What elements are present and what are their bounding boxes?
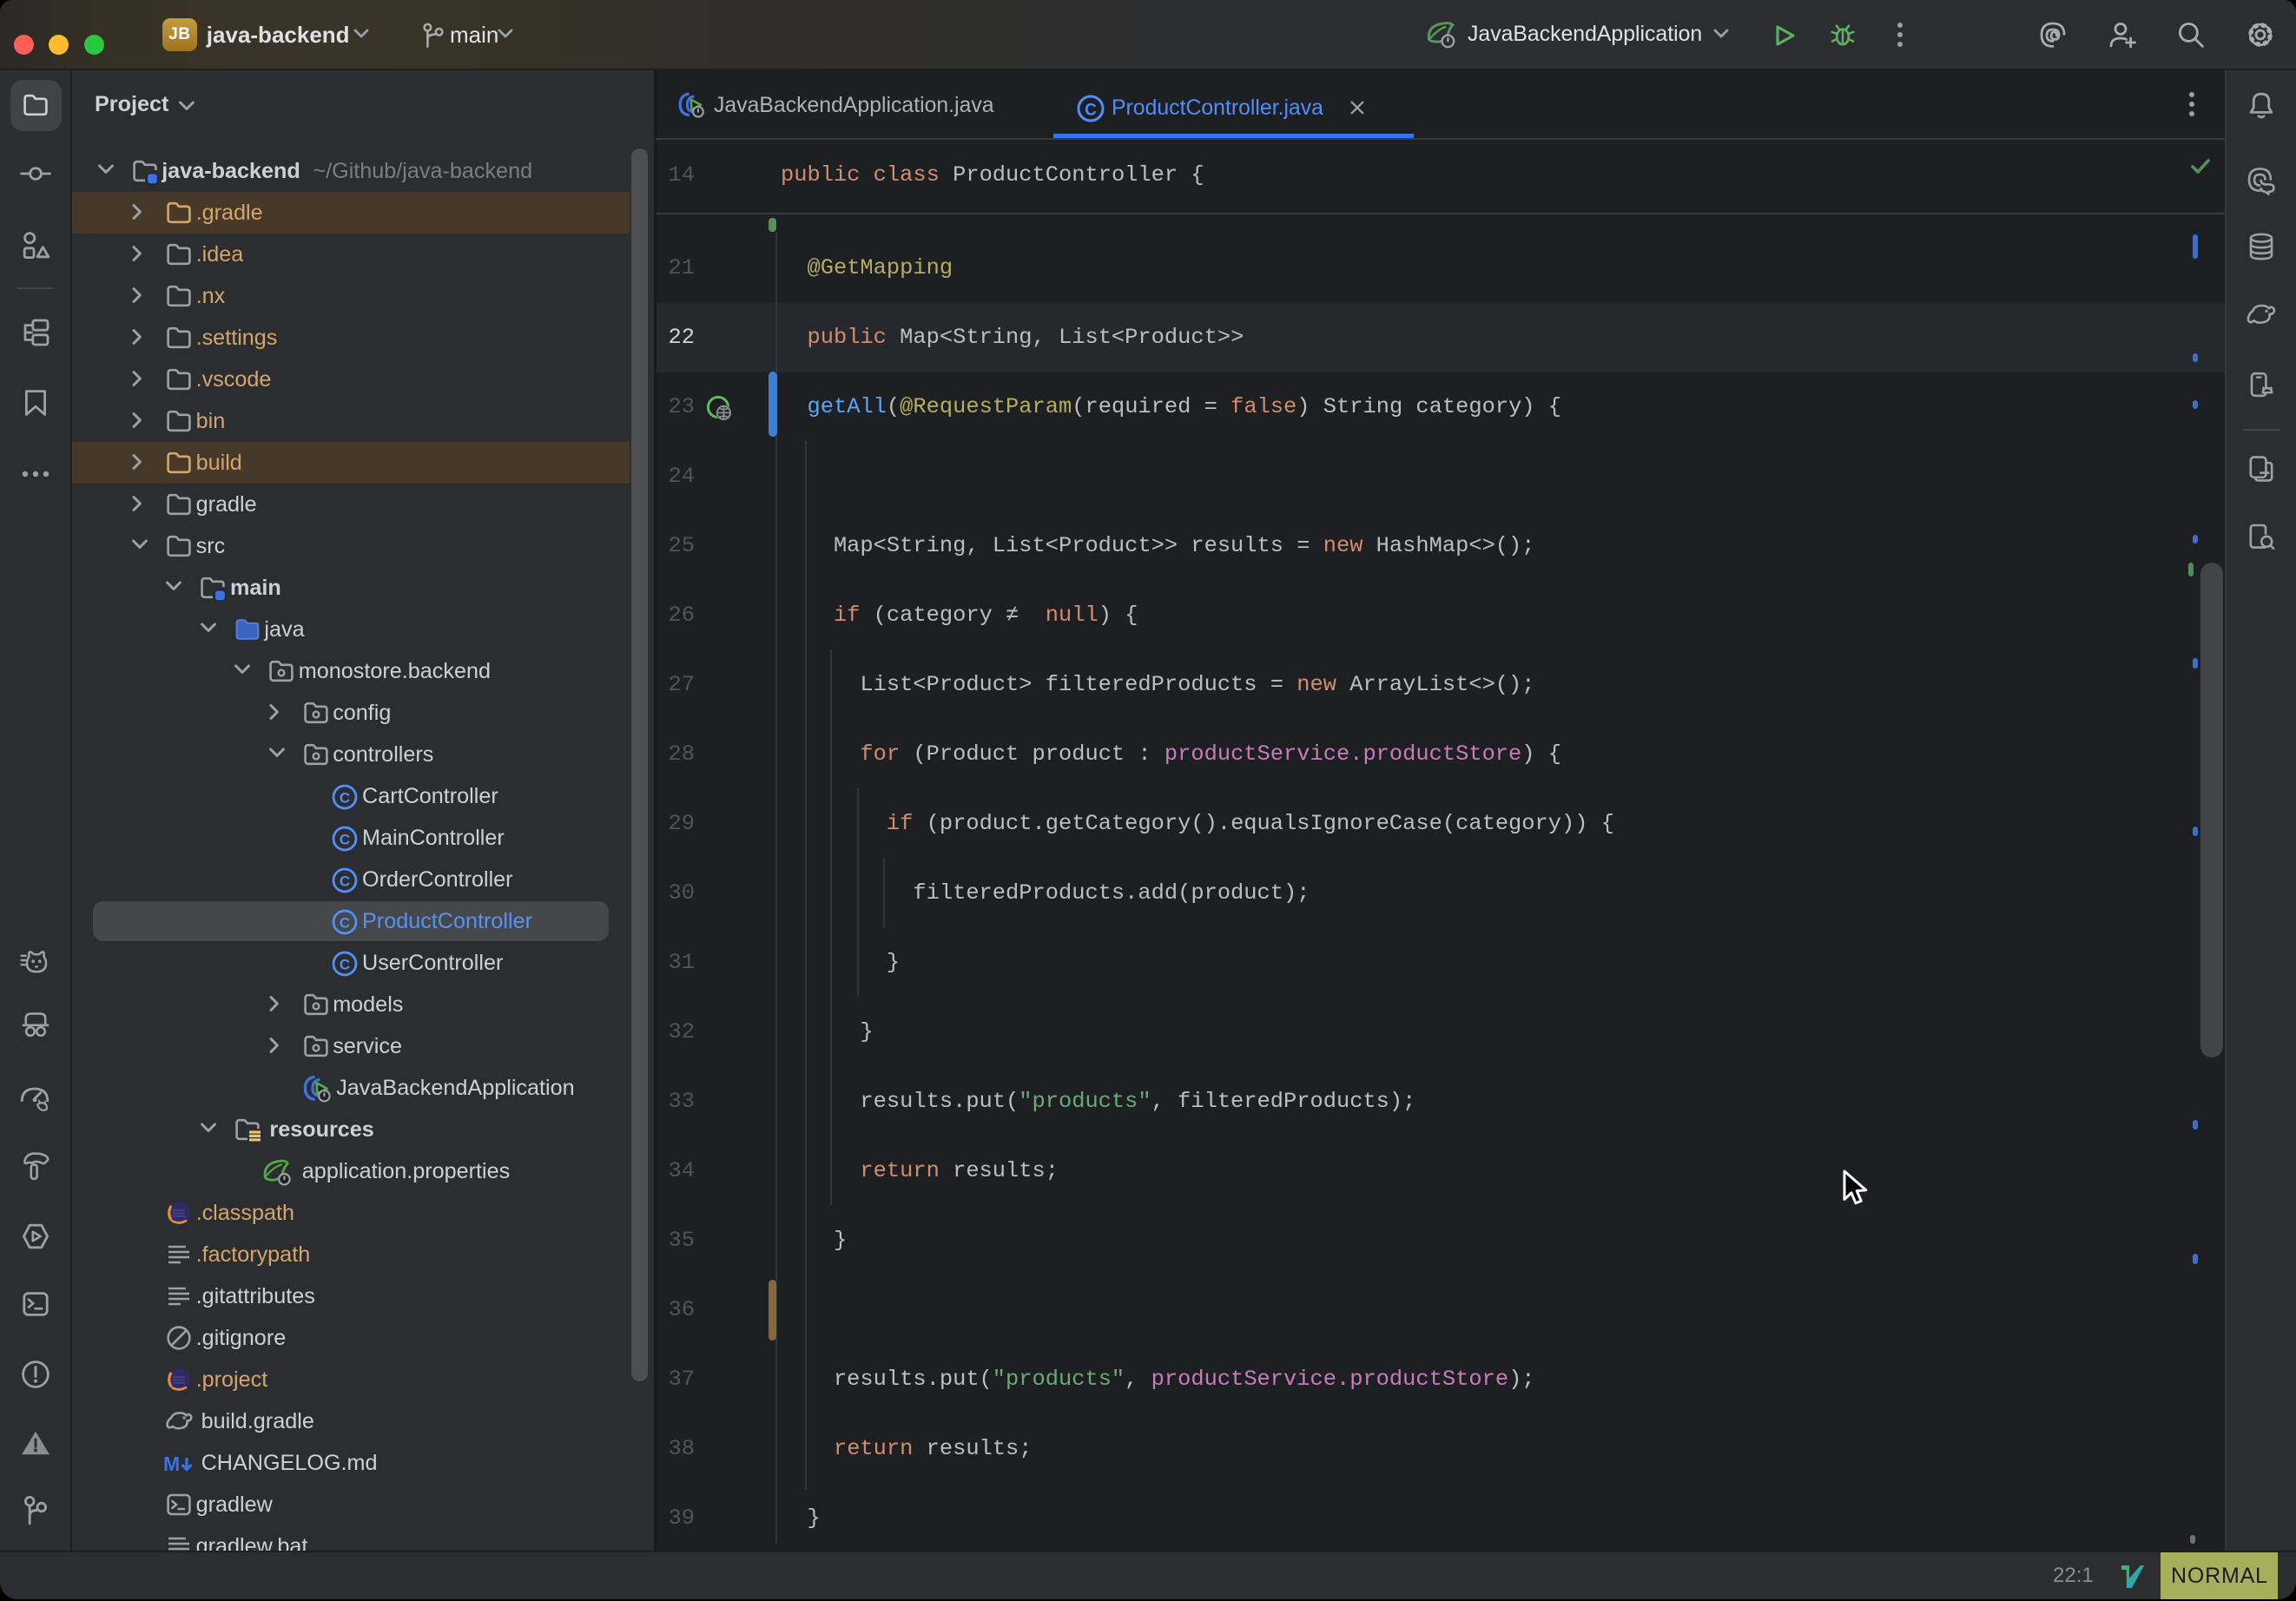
svg-text:C: C [340, 873, 350, 890]
svg-text:C: C [340, 915, 350, 932]
svg-text:C: C [340, 957, 350, 973]
svg-text:C: C [340, 832, 350, 848]
svg-text:M: M [163, 1453, 180, 1475]
svg-text:C: C [340, 790, 350, 807]
svg-text:C: C [1085, 101, 1097, 119]
